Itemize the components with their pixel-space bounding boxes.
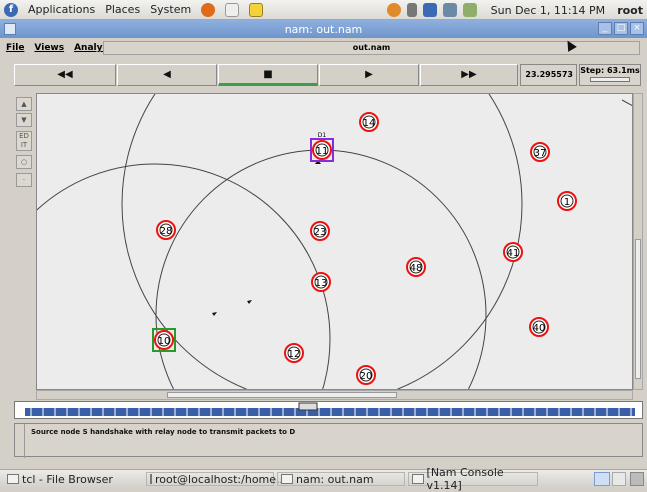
network-node[interactable]: 14 <box>359 112 379 132</box>
taskbar-item-nam-console[interactable]: [Nam Console v1.14] <box>408 466 538 492</box>
bottom-taskbar: tcl - File Browser root@localhost:/home.… <box>0 466 647 492</box>
clock[interactable]: Sun Dec 1, 11:14 PM <box>491 4 606 17</box>
network-node[interactable]: 48 <box>406 257 426 277</box>
scrollbar-thumb[interactable] <box>167 392 397 398</box>
user-name[interactable]: root <box>617 4 643 17</box>
step-slider[interactable] <box>590 77 630 82</box>
taskbar-item-label: nam: out.nam <box>296 472 374 486</box>
node-id: 40 <box>533 323 546 334</box>
node-id: 1 <box>564 197 570 208</box>
network-node[interactable]: 37 <box>530 142 550 162</box>
maximize-icon[interactable]: □ <box>614 22 628 35</box>
annotation-scrollbar[interactable] <box>15 424 25 458</box>
transmission-range-circle <box>155 149 487 389</box>
node-tool-icon[interactable]: ○ <box>16 155 32 169</box>
network-node[interactable]: 40 <box>529 317 549 337</box>
scrollbar-thumb[interactable] <box>635 239 641 379</box>
node-label: D1 <box>318 132 327 139</box>
annotation-panel: Source node S handshake with relay node … <box>14 423 643 458</box>
node-id: 20 <box>360 371 373 382</box>
step-control[interactable]: Step: 63.1ms <box>579 64 641 86</box>
trace-file-name: out.nam <box>103 41 640 55</box>
node-id: 10 <box>158 336 171 347</box>
node-id: 41 <box>507 248 520 259</box>
taskbar-item-file-browser[interactable]: tcl - File Browser <box>4 472 136 486</box>
packet-marker <box>247 300 252 304</box>
zoom-toolbar: ▲ ▼ ED IT ○ · <box>14 95 34 395</box>
folder-icon <box>7 474 19 484</box>
rewind-button[interactable]: ◀◀ <box>14 64 116 86</box>
taskbar-item-label: tcl - File Browser <box>22 472 113 486</box>
timeline-cursor[interactable] <box>298 402 318 411</box>
link-tool-icon[interactable]: · <box>16 173 32 187</box>
taskbar-item-label: [Nam Console v1.14] <box>426 466 504 492</box>
playback-controls: ◀◀ ◀ ■ ▶ ▶▶ 23.295573 Step: 63.1ms <box>0 60 647 90</box>
network-icon[interactable] <box>422 3 437 17</box>
network-node-source[interactable]: 10 <box>152 328 176 352</box>
network-node[interactable]: 1 <box>557 191 577 211</box>
menu-file[interactable]: File <box>6 43 24 53</box>
clipboard-icon[interactable] <box>462 3 477 17</box>
taskbar-item-label: root@localhost:/home... <box>155 472 287 486</box>
canvas-vertical-scrollbar[interactable] <box>633 93 643 390</box>
display-icon[interactable] <box>442 3 457 17</box>
nam-menubar: File Views Analysis out.nam <box>0 38 647 58</box>
node-id: 12 <box>288 349 301 360</box>
current-time-display: 23.295573 <box>520 64 577 86</box>
step-back-button[interactable]: ◀ <box>117 64 217 86</box>
annotation-text[interactable]: Source node S handshake with relay node … <box>31 428 295 436</box>
volume-icon[interactable] <box>406 3 417 17</box>
packet-marker <box>212 312 217 316</box>
network-node[interactable]: 12 <box>284 343 304 363</box>
window-icon <box>412 474 424 484</box>
node-id: 23 <box>314 227 327 238</box>
node-id: 28 <box>160 226 173 237</box>
window-titlebar[interactable]: nam: out.nam _ □ × <box>0 20 647 38</box>
network-node[interactable]: 28 <box>156 220 176 240</box>
minimize-icon[interactable]: _ <box>598 22 612 35</box>
firefox-launcher-icon[interactable] <box>201 2 216 17</box>
close-icon[interactable]: × <box>630 22 644 35</box>
gnome-top-panel: f Applications Places System Sun Dec 1, … <box>0 0 647 20</box>
timeline-track <box>25 408 635 416</box>
network-node[interactable]: 23 <box>310 221 330 241</box>
workspace-switcher-2[interactable] <box>612 472 626 486</box>
stop-button[interactable]: ■ <box>218 64 318 86</box>
play-button[interactable]: ▶ <box>319 64 419 86</box>
network-node[interactable]: 20 <box>356 365 376 385</box>
node-id: 11 <box>316 146 329 157</box>
zoom-out-icon[interactable]: ▼ <box>16 113 32 127</box>
canvas-horizontal-scrollbar[interactable] <box>36 390 633 400</box>
terminal-icon <box>150 474 152 484</box>
menu-system[interactable]: System <box>150 3 191 16</box>
node-id: 14 <box>363 118 376 129</box>
trash-icon[interactable] <box>630 472 644 486</box>
update-notifier-icon[interactable] <box>386 3 401 17</box>
fast-forward-button[interactable]: ▶▶ <box>420 64 518 86</box>
fedora-logo-icon: f <box>4 2 18 17</box>
notes-launcher-icon[interactable] <box>249 2 264 17</box>
time-slider[interactable] <box>14 401 643 419</box>
email-launcher-icon[interactable] <box>225 2 240 17</box>
taskbar-item-nam[interactable]: nam: out.nam <box>277 472 405 486</box>
window-title: nam: out.nam <box>284 22 363 36</box>
network-canvas[interactable]: 14 11 D1 37 1 28 23 41 48 13 40 10 12 20 <box>36 93 633 390</box>
taskbar-item-terminal[interactable]: root@localhost:/home... <box>146 472 287 486</box>
network-node[interactable]: 13 <box>311 272 331 292</box>
zoom-in-icon[interactable]: ▲ <box>16 97 32 111</box>
network-node[interactable]: 41 <box>503 242 523 262</box>
edit-mode-icon[interactable]: ED IT <box>16 131 32 151</box>
window-menu-icon[interactable] <box>4 23 16 35</box>
transmission-range-arc <box>621 99 632 107</box>
workspace-switcher-1[interactable] <box>594 472 610 486</box>
step-label: Step: 63.1ms <box>580 66 640 75</box>
menu-views[interactable]: Views <box>34 43 64 53</box>
window-icon <box>281 474 293 484</box>
menu-places[interactable]: Places <box>105 3 140 16</box>
node-id: 37 <box>534 148 547 159</box>
node-id: 48 <box>410 263 423 274</box>
menu-applications[interactable]: Applications <box>28 3 95 16</box>
node-id: 13 <box>315 278 328 289</box>
network-node-destination[interactable]: 11 D1 <box>310 132 334 162</box>
